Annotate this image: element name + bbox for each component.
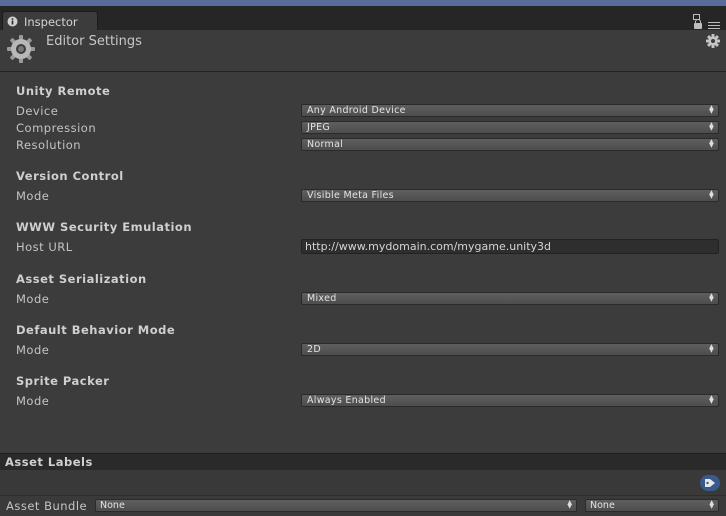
- dropdown-arrow-icon: ▲ ▼: [567, 499, 572, 510]
- sprite-packer-mode-label: Mode: [16, 394, 50, 408]
- version-control-mode-label: Mode: [16, 189, 50, 203]
- tag-icon[interactable]: [700, 475, 720, 491]
- section-title-sprite-packer: Sprite Packer: [16, 374, 110, 388]
- menu-icon[interactable]: [708, 22, 720, 29]
- asset-bundle-bar: Asset Bundle None ▲ ▼ None ▲ ▼: [0, 495, 726, 516]
- compression-dropdown[interactable]: JPEG ▲ ▼: [301, 121, 719, 134]
- compression-label: Compression: [16, 121, 97, 135]
- section-title-version-control: Version Control: [16, 169, 124, 183]
- resolution-dropdown[interactable]: Normal ▲ ▼: [301, 138, 719, 151]
- info-icon: [7, 16, 18, 27]
- section-title-default-behavior: Default Behavior Mode: [16, 323, 176, 337]
- asset-labels-area: [0, 470, 726, 495]
- tab-bar: Inspector: [0, 6, 726, 31]
- dropdown-arrow-icon: ▲ ▼: [709, 121, 714, 132]
- sprite-packer-mode-dropdown[interactable]: Always Enabled ▲ ▼: [301, 394, 719, 407]
- device-value: Any Android Device: [307, 105, 406, 116]
- asset-bundle-name-dropdown[interactable]: None ▲ ▼: [95, 499, 577, 512]
- asset-serialization-mode-label: Mode: [16, 292, 50, 306]
- asset-serialization-mode-dropdown[interactable]: Mixed ▲ ▼: [301, 292, 719, 305]
- asset-labels-header[interactable]: Asset Labels: [0, 453, 726, 470]
- version-control-mode-dropdown[interactable]: Visible Meta Files ▲ ▼: [301, 189, 719, 202]
- asset-bundle-name-value: None: [100, 500, 125, 511]
- host-url-input[interactable]: http://www.mydomain.com/mygame.unity3d: [301, 239, 719, 254]
- asset-serialization-mode-value: Mixed: [307, 293, 337, 304]
- dropdown-arrow-icon: ▲ ▼: [709, 189, 714, 200]
- gear-icon: [7, 35, 35, 63]
- settings-gear-icon[interactable]: [706, 34, 720, 48]
- tab-inspector[interactable]: Inspector: [2, 11, 98, 31]
- section-title-unity-remote: Unity Remote: [16, 84, 111, 98]
- dropdown-arrow-icon: ▲ ▼: [709, 343, 714, 354]
- device-label: Device: [16, 104, 59, 118]
- dropdown-arrow-icon: ▲ ▼: [709, 499, 714, 510]
- tab-label: Inspector: [24, 14, 78, 29]
- default-behavior-mode-label: Mode: [16, 343, 50, 357]
- asset-bundle-variant-dropdown[interactable]: None ▲ ▼: [585, 499, 719, 512]
- host-url-label: Host URL: [16, 240, 73, 254]
- lock-icon[interactable]: [694, 18, 702, 29]
- version-control-mode-value: Visible Meta Files: [307, 190, 394, 201]
- device-dropdown[interactable]: Any Android Device ▲ ▼: [301, 104, 719, 117]
- compression-value: JPEG: [307, 122, 331, 133]
- inspector-header: Editor Settings: [0, 30, 726, 72]
- page-title: Editor Settings: [46, 34, 142, 49]
- resolution-value: Normal: [307, 139, 344, 150]
- dropdown-arrow-icon: ▲ ▼: [709, 292, 714, 303]
- settings-content: Unity Remote Device Any Android Device ▲…: [0, 73, 726, 453]
- dropdown-arrow-icon: ▲ ▼: [709, 138, 714, 149]
- asset-bundle-label: Asset Bundle: [6, 499, 88, 513]
- default-behavior-mode-value: 2D: [307, 344, 321, 355]
- resolution-label: Resolution: [16, 138, 82, 152]
- default-behavior-mode-dropdown[interactable]: 2D ▲ ▼: [301, 343, 719, 356]
- window-controls: [693, 14, 720, 29]
- asset-labels-title: Asset Labels: [5, 455, 93, 469]
- section-title-asset-serialization: Asset Serialization: [16, 272, 147, 286]
- asset-bundle-variant-value: None: [590, 500, 615, 511]
- section-title-www-security: WWW Security Emulation: [16, 220, 193, 234]
- dropdown-arrow-icon: ▲ ▼: [709, 104, 714, 115]
- sprite-packer-mode-value: Always Enabled: [307, 395, 386, 406]
- dropdown-arrow-icon: ▲ ▼: [709, 394, 714, 405]
